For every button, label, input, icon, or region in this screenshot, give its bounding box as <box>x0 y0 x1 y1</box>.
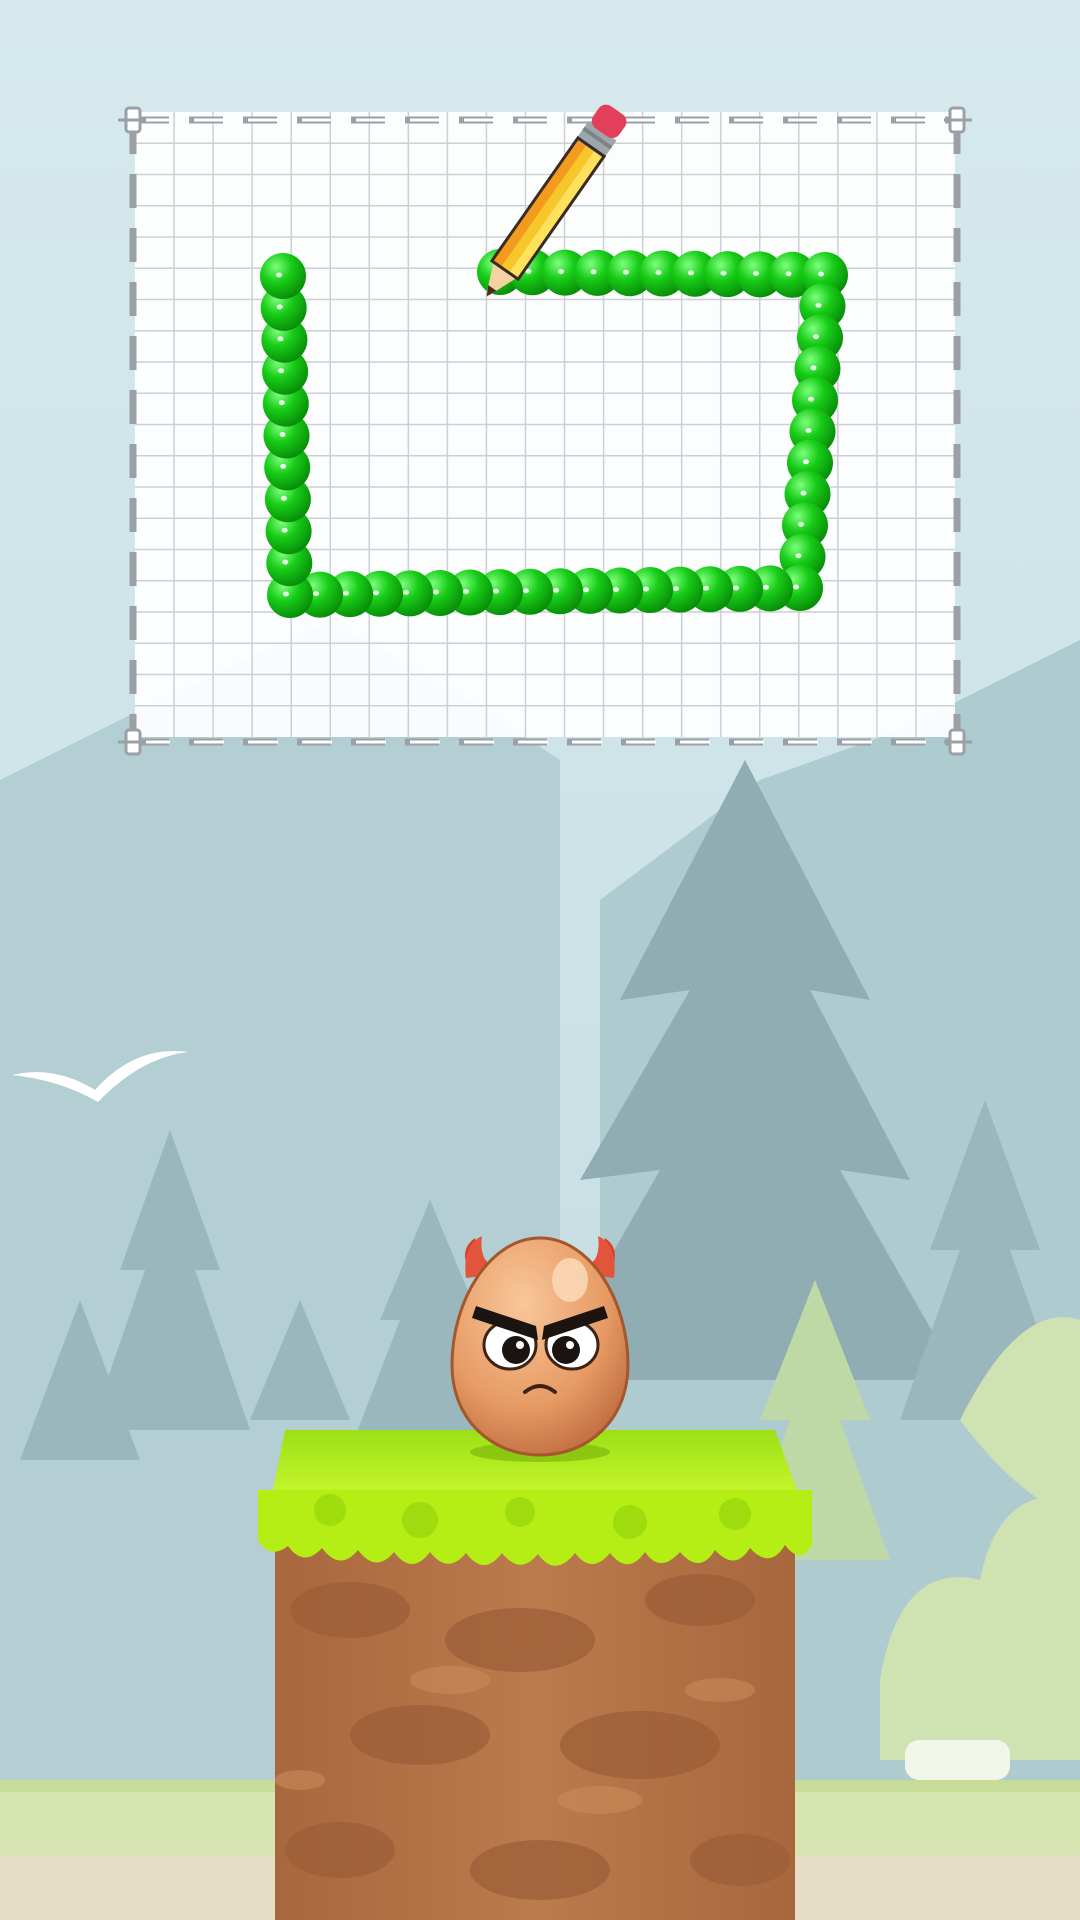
angry-egg-character[interactable] <box>450 1236 630 1457</box>
ball-highlight <box>733 585 739 591</box>
ball-highlight <box>808 396 814 402</box>
ball-highlight <box>276 304 283 310</box>
game-scene <box>0 0 1080 1920</box>
ball-highlight <box>373 590 379 596</box>
ball-highlight <box>753 270 759 276</box>
ball-highlight <box>590 269 597 275</box>
ball-highlight <box>463 589 469 595</box>
ball-highlight <box>276 272 282 278</box>
ball-highlight <box>818 271 824 277</box>
ball-highlight <box>403 589 409 595</box>
ball-highlight <box>493 588 499 594</box>
ball-highlight <box>433 589 439 595</box>
ball-highlight <box>673 586 679 592</box>
ball-highlight <box>793 584 799 590</box>
ball-highlight <box>805 428 812 433</box>
ball-highlight <box>281 527 288 533</box>
ball-highlight <box>800 490 807 496</box>
ball-highlight <box>313 591 319 597</box>
ball-highlight <box>813 334 819 340</box>
ball-highlight <box>688 270 694 276</box>
ball-highlight <box>795 553 802 559</box>
ball-highlight <box>280 463 287 469</box>
ball-highlight <box>278 368 285 374</box>
ball-highlight <box>279 432 286 437</box>
ball-highlight <box>763 584 769 590</box>
ball-highlight <box>815 302 822 308</box>
ball-highlight <box>278 400 285 406</box>
ball-highlight <box>558 269 564 275</box>
drawing-board[interactable] <box>118 101 972 756</box>
ball-highlight <box>810 365 817 371</box>
ball-highlight <box>283 591 289 597</box>
ball-highlight <box>643 586 649 592</box>
ball-highlight <box>613 586 619 592</box>
ball-highlight <box>277 336 284 342</box>
ball-highlight <box>343 590 349 596</box>
ball-highlight <box>523 588 529 594</box>
ball-highlight <box>655 270 662 275</box>
ball-highlight <box>720 270 727 276</box>
flower-patch <box>905 1740 1010 1780</box>
ball-highlight <box>703 585 709 591</box>
green-ball <box>260 253 306 299</box>
ball-highlight <box>785 271 792 277</box>
ball-highlight <box>803 459 809 465</box>
ball-highlight <box>282 559 289 565</box>
ball-highlight <box>553 587 559 593</box>
ball-highlight <box>623 269 629 275</box>
ball-highlight <box>280 495 287 501</box>
ball-highlight <box>798 521 804 527</box>
platform-block <box>258 1430 812 1920</box>
ball-highlight <box>583 587 589 593</box>
